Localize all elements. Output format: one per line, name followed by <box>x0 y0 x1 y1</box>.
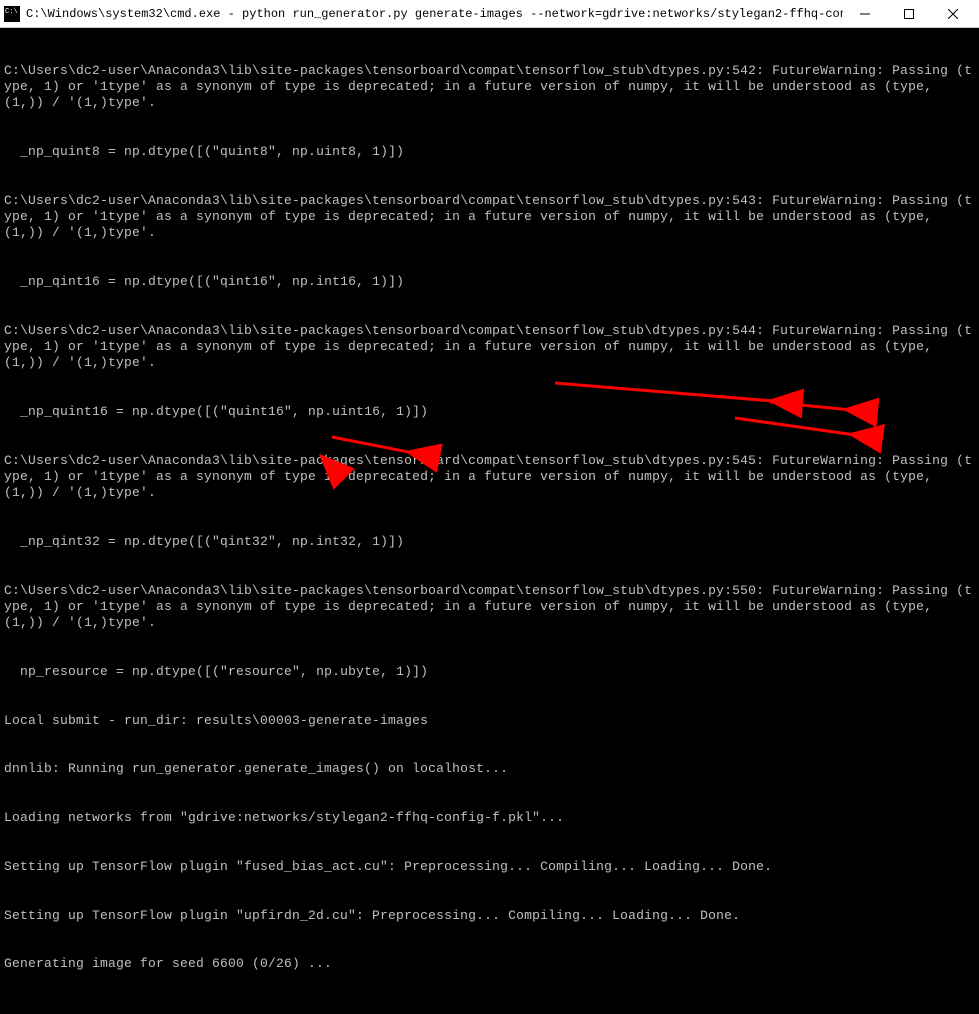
maximize-button[interactable] <box>887 0 931 28</box>
terminal-line: _np_quint16 = np.dtype([("quint16", np.u… <box>4 404 975 420</box>
terminal-line: _np_quint8 = np.dtype([("quint8", np.uin… <box>4 144 975 160</box>
terminal-line: C:\Users\dc2-user\Anaconda3\lib\site-pac… <box>4 323 975 372</box>
terminal-line: C:\Users\dc2-user\Anaconda3\lib\site-pac… <box>4 193 975 242</box>
close-icon <box>948 9 958 19</box>
minimize-button[interactable] <box>843 0 887 28</box>
window-titlebar: C:\Windows\system32\cmd.exe - python run… <box>0 0 979 28</box>
window-controls <box>843 0 975 28</box>
terminal-line: Loading networks from "gdrive:networks/s… <box>4 810 975 826</box>
minimize-icon <box>860 9 870 19</box>
terminal-line: C:\Users\dc2-user\Anaconda3\lib\site-pac… <box>4 583 975 632</box>
terminal-line: _np_qint32 = np.dtype([("qint32", np.int… <box>4 534 975 550</box>
terminal-line: C:\Users\dc2-user\Anaconda3\lib\site-pac… <box>4 63 975 112</box>
cmd-icon <box>4 6 20 22</box>
terminal-line: Local submit - run_dir: results\00003-ge… <box>4 713 975 729</box>
close-button[interactable] <box>931 0 975 28</box>
maximize-icon <box>904 9 914 19</box>
terminal-output[interactable]: C:\Users\dc2-user\Anaconda3\lib\site-pac… <box>0 28 979 1014</box>
window-title: C:\Windows\system32\cmd.exe - python run… <box>26 7 843 21</box>
terminal-line: Setting up TensorFlow plugin "upfirdn_2d… <box>4 908 975 924</box>
terminal-line: _np_qint16 = np.dtype([("qint16", np.int… <box>4 274 975 290</box>
terminal-line: dnnlib: Running run_generator.generate_i… <box>4 761 975 777</box>
terminal-line: Setting up TensorFlow plugin "fused_bias… <box>4 859 975 875</box>
terminal-line: np_resource = np.dtype([("resource", np.… <box>4 664 975 680</box>
terminal-cursor-line <box>4 1005 975 1014</box>
terminal-line: C:\Users\dc2-user\Anaconda3\lib\site-pac… <box>4 453 975 502</box>
terminal-line: Generating image for seed 6600 (0/26) ..… <box>4 956 975 972</box>
